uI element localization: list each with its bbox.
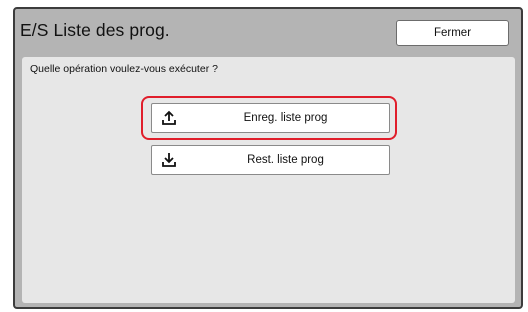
restore-program-list-label: Rest. liste prog	[247, 154, 324, 166]
prompt-text: Quelle opération voulez-vous exécuter ?	[30, 63, 218, 75]
save-program-list-button[interactable]: Enreg. liste prog	[151, 103, 390, 133]
restore-program-list-button[interactable]: Rest. liste prog	[151, 145, 390, 175]
dialog-title: E/S Liste des prog.	[20, 20, 170, 40]
close-button[interactable]: Fermer	[396, 20, 509, 46]
save-program-list-label: Enreg. liste prog	[243, 112, 328, 124]
content-panel: Quelle opération voulez-vous exécuter ?	[22, 57, 515, 303]
